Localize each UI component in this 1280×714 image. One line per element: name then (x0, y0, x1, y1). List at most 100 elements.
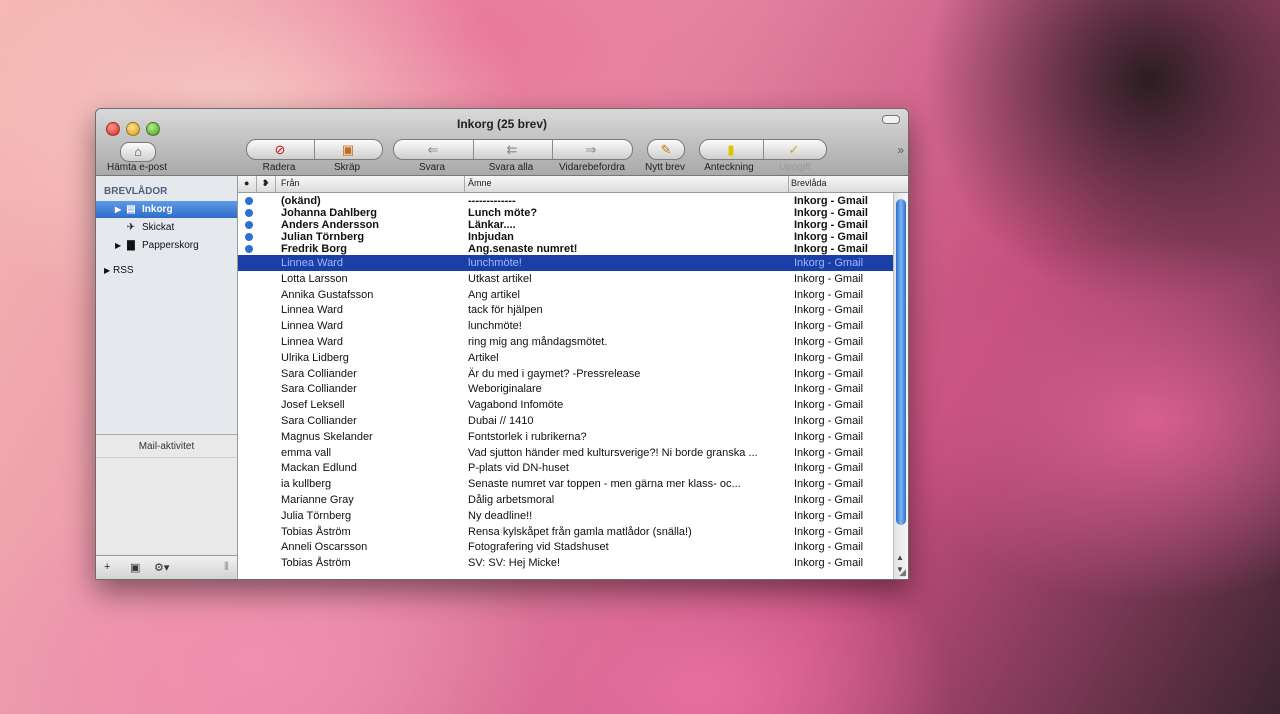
message-subject: Ny deadline!! (468, 509, 533, 522)
message-row[interactable]: Linnea Ward ring mig ang måndagsmötet. Ink… (238, 334, 893, 350)
forward-button[interactable]: Vidarebefordra (550, 162, 634, 173)
unread-dot-icon (245, 233, 253, 241)
sidebar-item-trash[interactable]: ▶ ▇ Papperskorg (96, 237, 237, 254)
reply-all-icon[interactable]: ⇇ (497, 141, 527, 158)
message-mailbox: Inkorg - Gmail (794, 243, 868, 255)
message-row[interactable]: Anders Andersson Länkar.... Inkorg - Gmail (238, 219, 893, 231)
window-resize-icon[interactable]: ◢ (899, 567, 906, 578)
new-message-icon[interactable]: ✎ (653, 141, 679, 158)
message-row[interactable]: Marianne Gray Dålig arbetsmoral Inkorg - G… (238, 492, 893, 508)
disclosure-triangle-icon[interactable]: ▶ (115, 201, 121, 218)
resize-handle-icon[interactable]: ⦀ (224, 561, 229, 574)
unread-column-icon[interactable]: ● (244, 178, 249, 188)
delete-button[interactable]: Radera (256, 162, 302, 173)
message-from: Annika Gustafsson (281, 288, 374, 301)
message-subject: Dålig arbetsmoral (468, 494, 555, 506)
message-row[interactable]: Sara Colliander Weboriginalare Inkorg - Gm… (238, 381, 893, 397)
fetch-mail-icon[interactable]: ⌂ (120, 142, 156, 162)
note-icon[interactable]: ▮ (718, 141, 744, 158)
message-row[interactable]: Linnea Ward lunchmöte! Inkorg - Gmail (238, 318, 893, 334)
new-message-button[interactable]: Nytt brev (638, 162, 692, 173)
todo-icon[interactable]: ✓ (781, 141, 807, 158)
message-mailbox: Inkorg - Gmail (794, 231, 868, 243)
message-row[interactable]: Ulrika Lidberg Artikel Inkorg - Gmail (238, 350, 893, 366)
message-row[interactable]: ia kullberg Senaste numret var toppen - m… (238, 476, 893, 492)
show-activity-icon[interactable]: ▣ (130, 561, 140, 574)
unread-dot-icon (245, 209, 253, 217)
reply-button[interactable]: Svara (408, 162, 456, 173)
column-from[interactable]: Från (281, 178, 300, 188)
message-mailbox: Inkorg - Gmail (794, 219, 868, 231)
gear-icon[interactable]: ⚙▾ (154, 561, 169, 574)
message-subject: Vagabond Infomöte (468, 399, 564, 412)
message-row[interactable]: Fredrik Borg Ang.senaste numret! Inkorg - … (238, 243, 893, 255)
message-from: ia kullberg (281, 478, 332, 491)
scroll-up-icon[interactable]: ▲ (896, 553, 904, 562)
message-from: Marianne Gray (281, 494, 354, 506)
message-row[interactable]: Sara Colliander Är du med i gaymet? -Pres… (238, 366, 893, 382)
reply-all-button[interactable]: Svara alla (483, 162, 539, 173)
message-row[interactable]: Linnea Ward lunchmöte! Inkorg - Gmail (238, 255, 893, 271)
message-from: Josef Leksell (281, 399, 345, 412)
message-row[interactable]: Mackan Edlund P-plats vid DN-huset Inkorg … (238, 460, 893, 476)
message-from: Julian Törnberg (281, 231, 365, 243)
message-row[interactable]: Lotta Larsson Utkast artikel Inkorg - Gmai… (238, 271, 893, 287)
delete-icon[interactable]: ⊘ (267, 141, 293, 158)
message-row[interactable]: Tobias Åström Rensa kylskåpet från gamla … (238, 524, 893, 540)
disclosure-triangle-icon[interactable]: ▶ (104, 262, 110, 279)
message-subject: Weboriginalare (468, 383, 542, 396)
sidebar-item-label: Papperskorg (142, 240, 199, 251)
message-mailbox: Inkorg - Gmail (794, 383, 864, 396)
toolbar: Inkorg (25 brev) ⌂ Hämta e-post ⊘ ▣ Rade… (96, 109, 908, 176)
message-row[interactable]: emma vall Vad sjutton händer med kultursv… (238, 445, 893, 461)
todo-button[interactable]: Uppgift (772, 162, 818, 173)
junk-button[interactable]: Skräp (324, 162, 370, 173)
message-row[interactable]: Anneli Oscarsson Fotografering vid Stadsh… (238, 539, 893, 555)
message-from: Sara Colliander (281, 383, 357, 396)
scrollbar[interactable]: ▲ ▼ (893, 193, 908, 579)
toolbar-toggle-button[interactable] (882, 115, 900, 124)
message-subject: Fontstorlek i rubrikerna? (468, 430, 587, 443)
message-subject: Rensa kylskåpet från gamla matlådor (snä… (468, 525, 692, 538)
note-button[interactable]: Anteckning (697, 162, 761, 173)
message-list: ● ❥ Från Ämne Brevlåda (okänd) ----------… (238, 176, 908, 579)
message-mailbox: Inkorg - Gmail (794, 446, 864, 459)
forward-icon[interactable]: ⇒ (576, 141, 606, 158)
message-row[interactable]: (okänd) ------------- Inkorg - Gmail (238, 195, 893, 207)
message-row[interactable]: Josef Leksell Vagabond Infomöte Inkorg - G… (238, 397, 893, 413)
sidebar-item-rss[interactable]: ▶ RSS (96, 262, 237, 279)
message-from: Linnea Ward (281, 304, 343, 317)
sidebar-item-inbox[interactable]: ▶ ▤ Inkorg (96, 201, 237, 218)
column-mailbox[interactable]: Brevlåda (791, 178, 827, 188)
message-mailbox: Inkorg - Gmail (794, 336, 864, 348)
message-subject: Vad sjutton händer med kultursverige?! N… (468, 446, 758, 459)
scroll-thumb[interactable] (896, 199, 906, 525)
disclosure-triangle-icon[interactable]: ▶ (115, 237, 121, 254)
message-mailbox: Inkorg - Gmail (794, 195, 868, 207)
message-mailbox: Inkorg - Gmail (794, 207, 868, 219)
add-mailbox-icon[interactable]: + (104, 561, 110, 573)
toolbar-overflow-icon[interactable]: » (897, 143, 904, 157)
sidebar-item-sent[interactable]: ✈ Skickat (96, 219, 237, 236)
message-row[interactable]: Johanna Dahlberg Lunch möte? Inkorg - Gmai… (238, 207, 893, 219)
message-from: Tobias Åström (281, 525, 351, 538)
column-subject[interactable]: Ämne (468, 178, 492, 188)
fetch-mail-label[interactable]: Hämta e-post (102, 162, 172, 173)
message-row[interactable]: Annika Gustafsson Ang artikel Inkorg - Gma… (238, 287, 893, 303)
junk-icon[interactable]: ▣ (335, 141, 361, 158)
delete-junk-group: ⊘ ▣ (246, 139, 383, 160)
column-header: ● ❥ Från Ämne Brevlåda (238, 176, 908, 193)
flag-column-icon[interactable]: ❥ (262, 178, 270, 189)
message-row[interactable]: Tobias Åström SV: SV: Hej Micke! Inkorg - … (238, 555, 893, 571)
message-row[interactable]: Magnus Skelander Fontstorlek i rubrikerna… (238, 429, 893, 445)
message-rows: (okänd) ------------- Inkorg - Gmail Johann… (238, 193, 893, 579)
reply-icon[interactable]: ⇐ (418, 141, 448, 158)
message-row[interactable]: Linnea Ward tack för hjälpen Inkorg - Gmai… (238, 302, 893, 318)
mail-activity-label: Mail-aktivitet (138, 441, 195, 452)
message-row[interactable]: Julia Törnberg Ny deadline!! Inkorg - Gmai… (238, 508, 893, 524)
message-row[interactable]: Julian Törnberg Inbjudan Inkorg - Gmail (238, 231, 893, 243)
message-mailbox: Inkorg - Gmail (794, 288, 864, 301)
message-subject: Artikel (468, 351, 499, 364)
message-row[interactable]: Sara Colliander Dubai // 1410 Inkorg - Gma… (238, 413, 893, 429)
message-subject: Senaste numret var toppen - men gärna me… (468, 478, 741, 491)
